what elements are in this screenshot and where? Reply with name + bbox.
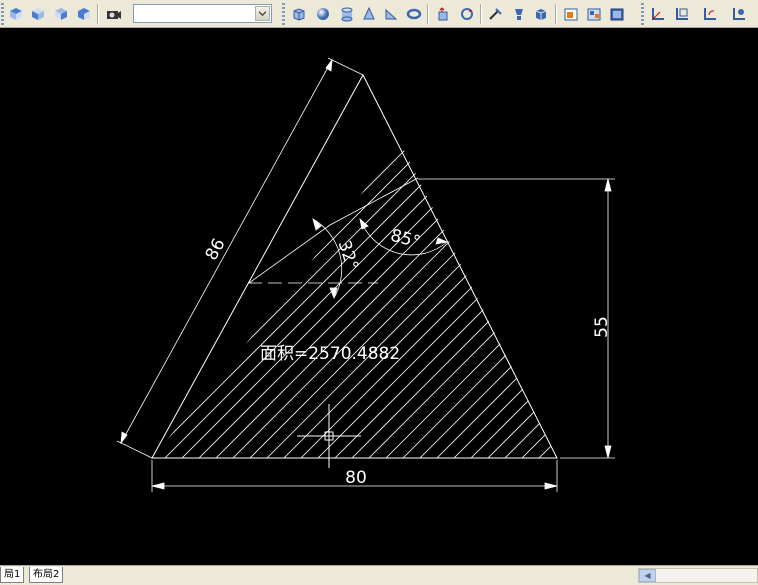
model-space [0,28,758,565]
ucs-icon[interactable] [648,4,668,24]
scroll-left-icon[interactable]: ◀ [639,569,656,582]
render-icon[interactable] [561,4,581,24]
toolbar-separator [97,4,99,24]
view-side-icon[interactable] [51,4,71,24]
area-text: 面积=2570.4882 [260,344,400,364]
view-front-icon[interactable] [28,4,48,24]
toolbar-grip[interactable] [1,3,4,25]
dimension-height-text: 55 [592,316,612,338]
drawing-canvas[interactable]: 86 55 80 32° 85° 面积=2570.4882 [0,28,758,565]
sphere-icon[interactable] [313,4,333,24]
toolbar-separator [555,4,557,24]
toolbar [0,0,758,28]
tab-layout2[interactable]: 布局2 [29,567,64,583]
materials-icon[interactable] [607,4,627,24]
ucs-prev-icon[interactable] [700,4,720,24]
box-icon[interactable] [289,4,309,24]
cone-icon[interactable] [359,4,379,24]
view-iso-icon[interactable] [74,4,94,24]
revolve-icon[interactable] [457,4,477,24]
toolbar-separator [480,4,482,24]
section-icon[interactable] [486,4,506,24]
toolbar-grip[interactable] [282,3,285,25]
dimension-base-text: 80 [345,468,367,488]
scene-icon[interactable] [584,4,604,24]
slice-icon[interactable] [509,4,529,24]
solid-icon[interactable] [531,4,551,24]
chevron-down-icon[interactable] [255,6,270,21]
ucs-face-icon[interactable] [672,4,692,24]
tab-layout1[interactable]: 局1 [0,567,25,583]
view-top-icon[interactable] [6,4,26,24]
extrude-icon[interactable] [434,4,454,24]
layer-combo[interactable] [133,4,272,23]
toolbar-separator [427,4,429,24]
wedge-icon[interactable] [381,4,401,24]
layout-tab-bar: 局1 布局2 ◀ [0,565,758,585]
ucs-world-icon[interactable] [729,4,749,24]
horizontal-scrollbar[interactable]: ◀ [638,568,758,583]
toolbar-grip[interactable] [641,3,644,25]
cylinder-icon[interactable] [337,4,357,24]
camera-icon[interactable] [104,4,124,24]
torus-icon[interactable] [404,4,424,24]
